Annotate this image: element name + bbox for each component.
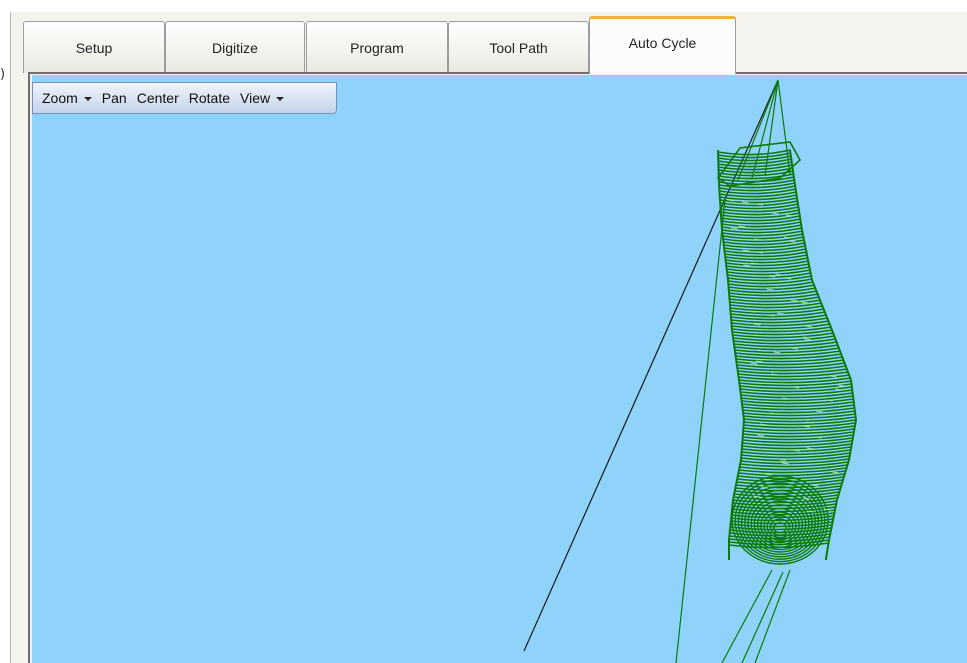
tab-setup[interactable]: Setup: [23, 21, 165, 73]
lead-line: [721, 569, 773, 663]
center-label: Center: [136, 90, 179, 106]
rotate-button[interactable]: Rotate: [184, 86, 235, 110]
chevron-down-icon: [276, 96, 285, 101]
view-menu-button[interactable]: View: [235, 86, 289, 110]
zoom-label: Zoom: [42, 90, 78, 106]
lead-line: [675, 199, 726, 663]
mesh-highlight: [776, 286, 784, 289]
mesh-highlight: [770, 412, 778, 415]
toolpath-mesh: [716, 141, 858, 565]
center-button[interactable]: Center: [132, 86, 184, 110]
tab-program[interactable]: Program: [306, 21, 448, 73]
pan-button[interactable]: Pan: [97, 86, 132, 110]
tab-label: Program: [350, 39, 404, 56]
mesh-highlight: [783, 236, 791, 239]
tab-label: Digitize: [212, 39, 258, 56]
mesh-highlight: [805, 421, 814, 424]
tab-auto-cycle[interactable]: Auto Cycle: [589, 16, 736, 74]
view-toolbar: Zoom Pan Center Rotate View: [32, 82, 337, 114]
application-window: ) Setup Digitize Program Tool Path Auto …: [0, 0, 967, 663]
left-edge-glyph: ): [0, 67, 6, 82]
tab-bar: Setup Digitize Program Tool Path Auto Cy…: [11, 12, 967, 74]
lead-line: [754, 569, 791, 663]
mesh-highlight: [748, 310, 756, 313]
3d-viewport[interactable]: [32, 75, 967, 663]
tab-label: Tool Path: [489, 39, 548, 56]
zoom-menu-button[interactable]: Zoom: [37, 86, 97, 110]
mesh-highlight: [825, 399, 833, 402]
rotate-label: Rotate: [188, 90, 230, 106]
title-strip: [0, 0, 967, 12]
pan-label: Pan: [101, 90, 127, 106]
tab-label: Auto Cycle: [628, 34, 697, 51]
toolpath-pass: [717, 149, 791, 156]
tab-label: Setup: [75, 39, 113, 56]
mesh-highlight: [803, 336, 811, 339]
toolpath-scene: [523, 79, 858, 663]
tab-digitize[interactable]: Digitize: [165, 21, 305, 73]
tab-tool-path[interactable]: Tool Path: [448, 21, 589, 73]
left-panel-edge: ): [0, 12, 11, 663]
mesh-highlight: [823, 508, 831, 511]
chevron-down-icon: [83, 96, 92, 101]
view-label: View: [240, 90, 271, 106]
lead-line: [741, 571, 784, 663]
mesh-highlight: [814, 436, 822, 439]
mesh-highlight: [758, 349, 766, 352]
